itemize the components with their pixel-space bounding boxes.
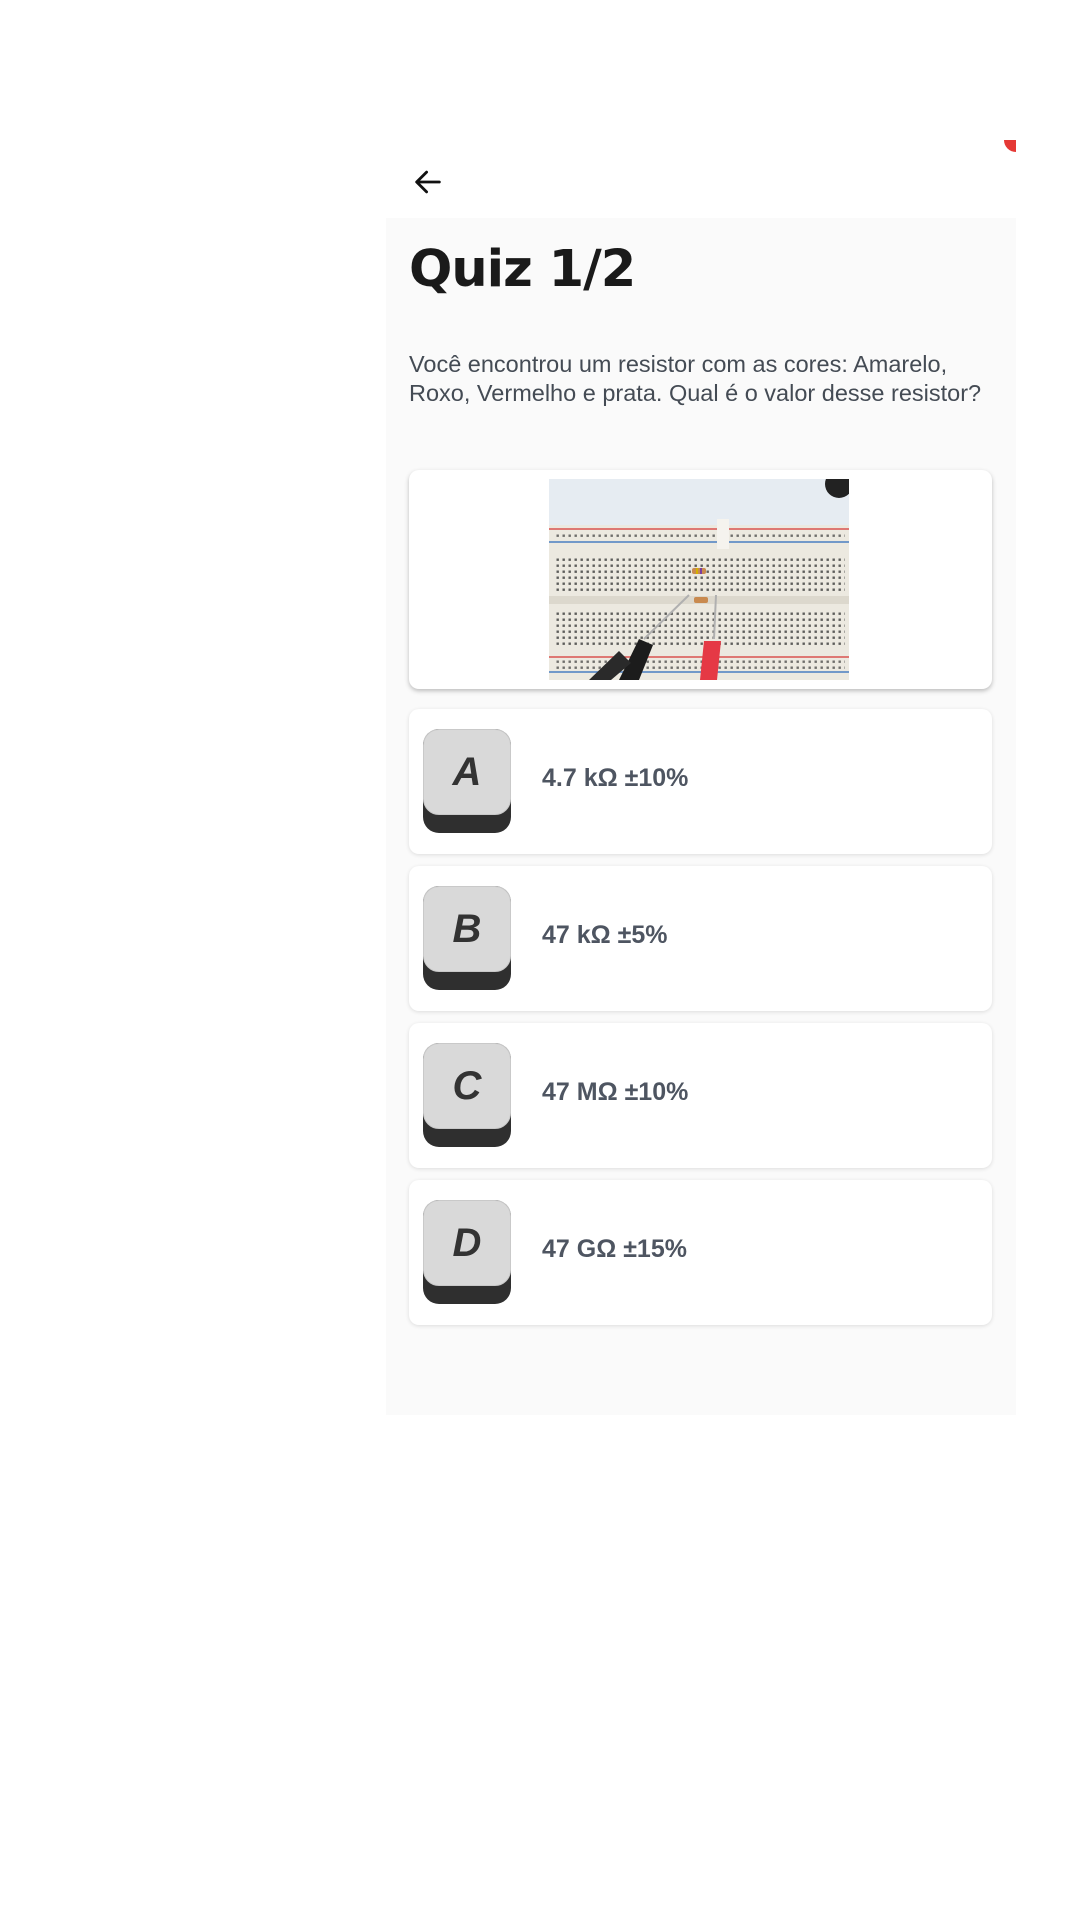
option-label: 47 GΩ ±15% [542,1235,687,1263]
option-key-letter: B [423,886,511,972]
arrow-left-icon [411,165,445,204]
option-key: A [423,729,511,833]
question-image-card [409,470,992,689]
option-key: B [423,886,511,990]
option-label: 47 kΩ ±5% [542,921,668,949]
question-text: Você encontrou um resistor com as cores:… [409,351,982,406]
option-b[interactable]: B 47 kΩ ±5% [409,866,992,1011]
app-bar [386,140,1016,218]
option-key: D [423,1200,511,1304]
option-key-letter: C [423,1043,511,1129]
corner-accent [1004,140,1016,152]
option-label: 47 MΩ ±10% [542,1078,689,1106]
option-key: C [423,1043,511,1147]
quiz-screen: Quiz 1/2 Você encontrou um resistor com … [386,140,1016,1415]
option-label: 4.7 kΩ ±10% [542,764,689,792]
option-key-letter: D [423,1200,511,1286]
option-c[interactable]: C 47 MΩ ±10% [409,1023,992,1168]
option-d[interactable]: D 47 GΩ ±15% [409,1180,992,1325]
option-a[interactable]: A 4.7 kΩ ±10% [409,709,992,854]
option-key-letter: A [423,729,511,815]
quiz-title: Quiz 1/2 [409,240,636,299]
breadboard-image [549,479,849,680]
back-button[interactable] [406,162,450,206]
